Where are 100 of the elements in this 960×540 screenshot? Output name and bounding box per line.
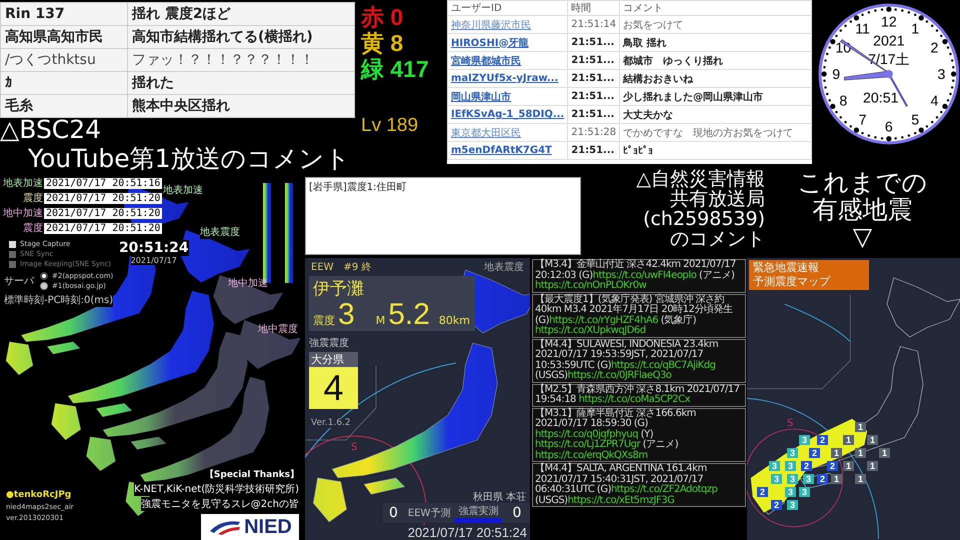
timestamp-field: 2021/07/17 20:51:20 bbox=[44, 222, 162, 234]
version-text: Ver.1.6.2 bbox=[311, 418, 351, 428]
user-name-cell: 高知県高知市民 bbox=[0, 26, 128, 48]
intensity-marker: 3 bbox=[787, 500, 798, 510]
news-item: 【M4.4】SULAWESI, INDONESIA 23.4km 2021/07/17 19:53:59JST, 2021/07/17 10:53:59UTC (G)https://t.co/qBC7AjiKdg (USGS)https://t.co/0JRFlaeQ3o bbox=[532, 338, 746, 382]
magnitude-label: M bbox=[376, 314, 386, 327]
news-link[interactable]: https://t.co/0JRFlaeQ3o bbox=[568, 370, 672, 381]
measured-count: 0 bbox=[511, 505, 522, 521]
comment-cell: 揺れた bbox=[128, 72, 354, 94]
clock-numeral: 9 bbox=[832, 67, 840, 84]
clock-numeral: 1 bbox=[912, 21, 920, 38]
map-type-label: 地表震度 bbox=[484, 260, 524, 274]
news-item: 【最大震度1】(気象庁発表) 宮城県沖 深さ約40km M3.4 2021年7月17日 20時12分頃発生 (G)https://t.co/rYgHZF4hA6 (気象庁) https://t.co/XUpkwqJD6d bbox=[532, 294, 746, 338]
map-label: 地中加速 bbox=[228, 276, 268, 290]
timestamp-label: 震度 bbox=[22, 192, 43, 205]
clock-numeral: 2 bbox=[930, 40, 939, 57]
timestamp-field: 2021/07/17 20:51:20 bbox=[44, 192, 162, 204]
news-link[interactable]: https://t.co/q0jqfphyuq bbox=[535, 428, 638, 440]
column-header: ユーザーID bbox=[448, 0, 568, 16]
clock-numeral: 8 bbox=[840, 93, 848, 110]
news-link[interactable]: https://t.co/qBC7AjiKdg bbox=[610, 360, 716, 370]
comment-cell: ファッ！？！！？？？！！！ bbox=[128, 48, 354, 72]
intensity-marker: 3 bbox=[799, 487, 810, 497]
time-cell: 21:51... bbox=[568, 34, 620, 52]
credit-name: ●tenkoRcJPg bbox=[6, 490, 72, 500]
monitor-time: 20:51:24 bbox=[118, 240, 189, 256]
news-link[interactable]: https://t.co/nOnPLOKr0w bbox=[535, 280, 646, 291]
comment-cell: 鳥取 揺れ bbox=[620, 34, 812, 52]
time-cell: 21:51... bbox=[568, 88, 620, 106]
intensity-marker: 1 bbox=[867, 435, 878, 445]
intensity-marker: 3 bbox=[787, 448, 798, 458]
server-label: サーバ bbox=[4, 275, 34, 288]
comment-cell: 結構おおきいね bbox=[620, 70, 812, 88]
radio-button[interactable] bbox=[40, 282, 48, 290]
clock-date: 7/17土 bbox=[868, 52, 910, 68]
map-label: 地表震度 bbox=[200, 225, 240, 239]
intensity-marker: 2 bbox=[817, 435, 828, 445]
circle-label: S bbox=[351, 442, 358, 453]
intensity-marker: 2 bbox=[801, 461, 812, 471]
news-link[interactable]: https://t.co/Lj1ZPR7Ugr bbox=[535, 439, 640, 450]
comment-cell: 高知市結構揺れてる(横揺れ) bbox=[128, 26, 354, 48]
news-link[interactable]: https://t.co/erqQkQXs8m bbox=[535, 450, 648, 460]
circle-label: S bbox=[787, 418, 794, 429]
intensity-marker: 2 bbox=[809, 448, 820, 458]
thanks-text: 強震モニタを見守るスレ@2chの皆 bbox=[140, 497, 299, 511]
intensity-value: 3 bbox=[338, 300, 355, 330]
time-cell: 21:51... bbox=[568, 52, 620, 70]
news-link[interactable]: https://t.co/ZF2Adotqzp bbox=[610, 484, 718, 495]
time-cell: 21:51... bbox=[568, 142, 620, 160]
logo: NIED bbox=[201, 514, 299, 540]
timestamp-label: 震度 bbox=[22, 222, 43, 235]
clock-numeral: 4 bbox=[930, 93, 939, 110]
news-item: 【M4.4】SALTA, ARGENTINA 161.4km 2021/07/17 15:40:31JST, 2021/07/17 06:40:31UTC (G)https://t.co/ZF2Adotqzp (USGS)https://t.co/xEt5mzJF3G bbox=[532, 463, 746, 507]
swoosh-icon bbox=[208, 519, 242, 535]
comment-cell: お気をつけて bbox=[620, 16, 812, 34]
time-cell: 21:51... bbox=[568, 70, 620, 88]
intensity-marker: 2 bbox=[757, 487, 768, 497]
intensity-badge: 4 bbox=[309, 367, 358, 409]
radio-button[interactable] bbox=[40, 272, 48, 280]
eew-forecast-label: EEW予測 bbox=[408, 506, 450, 520]
counter-text: 緑 417 bbox=[361, 56, 430, 82]
news-item: 【M3.4】金華山付近 深さ42.4km 2021/07/17 20:12:03 (G)https://t.co/uwFI4eopIo (アニメ) https://t.co/nOnPLOKr0w bbox=[532, 259, 746, 292]
comment-cell: ﾋﾟｮﾋﾟｮ bbox=[620, 142, 812, 160]
prefecture-label: 大分県 bbox=[309, 352, 358, 367]
time-cell: 21:51:14 bbox=[568, 16, 620, 34]
news-item: 【M3.1】薩摩半島付近 深さ166.6km 2021/07/17 18:59:30 (G) https://t.co/q0jqfphyuq (Y) https://t.co/Lj1ZPR7Ugr (アニメ) https://t.co/erqQkQXs8m bbox=[532, 408, 746, 462]
intensity-marker: 1 bbox=[831, 448, 842, 458]
intensity-marker: 1 bbox=[867, 461, 878, 471]
intensity-marker: 2 bbox=[771, 500, 782, 510]
checkbox[interactable] bbox=[9, 240, 16, 248]
comment-cell: 都城市 ゆっくり揺れ bbox=[620, 52, 812, 70]
station-text: 秋田県 本荘 bbox=[472, 490, 526, 504]
counter-text: 黄 8 bbox=[361, 30, 404, 56]
news-item: 【M2.5】青森県西方沖 深さ8.1km 2021/07/17 19:54:18 https://t.co/coMa5CP2Cx bbox=[532, 384, 746, 406]
news-link[interactable]: https://t.co/uwFI4eopIo bbox=[592, 270, 696, 280]
timestamp-field: 2021/07/17 20:51:20 bbox=[44, 208, 162, 218]
clock-numeral: 3 bbox=[938, 67, 946, 84]
clock-numeral: 7 bbox=[858, 112, 867, 129]
news-link[interactable]: https://t.co/xEt5mzJF3G bbox=[568, 494, 674, 506]
intensity-marker: 3 bbox=[771, 474, 782, 484]
clock-numeral: 12 bbox=[881, 14, 898, 30]
timestamp-label: 地表加速 bbox=[2, 176, 43, 190]
map-title: 緊急地震速報 予測震度マップ bbox=[749, 260, 869, 290]
eew-count: 0 bbox=[388, 505, 399, 521]
column-header: コメント bbox=[620, 0, 812, 16]
monitor-date: 2021/07/17 bbox=[130, 256, 177, 265]
intensity-marker: 3 bbox=[799, 435, 810, 445]
thanks-title: 【Special Thanks】 bbox=[204, 468, 299, 481]
comment-cell: 揺れ 震度2ほど bbox=[128, 2, 354, 26]
news-link[interactable]: https://t.co/XUpkwqJD6d bbox=[535, 325, 646, 336]
intensity-marker: 1 bbox=[855, 474, 866, 484]
map-label: 地中震度 bbox=[258, 322, 298, 336]
time-cell: 21:51:28 bbox=[568, 124, 620, 142]
column-header: 時間 bbox=[568, 0, 620, 16]
news-link[interactable]: https://t.co/coMa5CP2Cx bbox=[578, 394, 690, 405]
intensity-marker: 2 bbox=[827, 461, 838, 471]
clock-numeral: 11 bbox=[855, 21, 870, 38]
depth-text: 80km bbox=[438, 314, 470, 327]
comment-cell: 熊本中央区揺れ bbox=[128, 94, 354, 118]
news-link[interactable]: https://t.co/rYgHZF4hA6 bbox=[549, 314, 658, 326]
